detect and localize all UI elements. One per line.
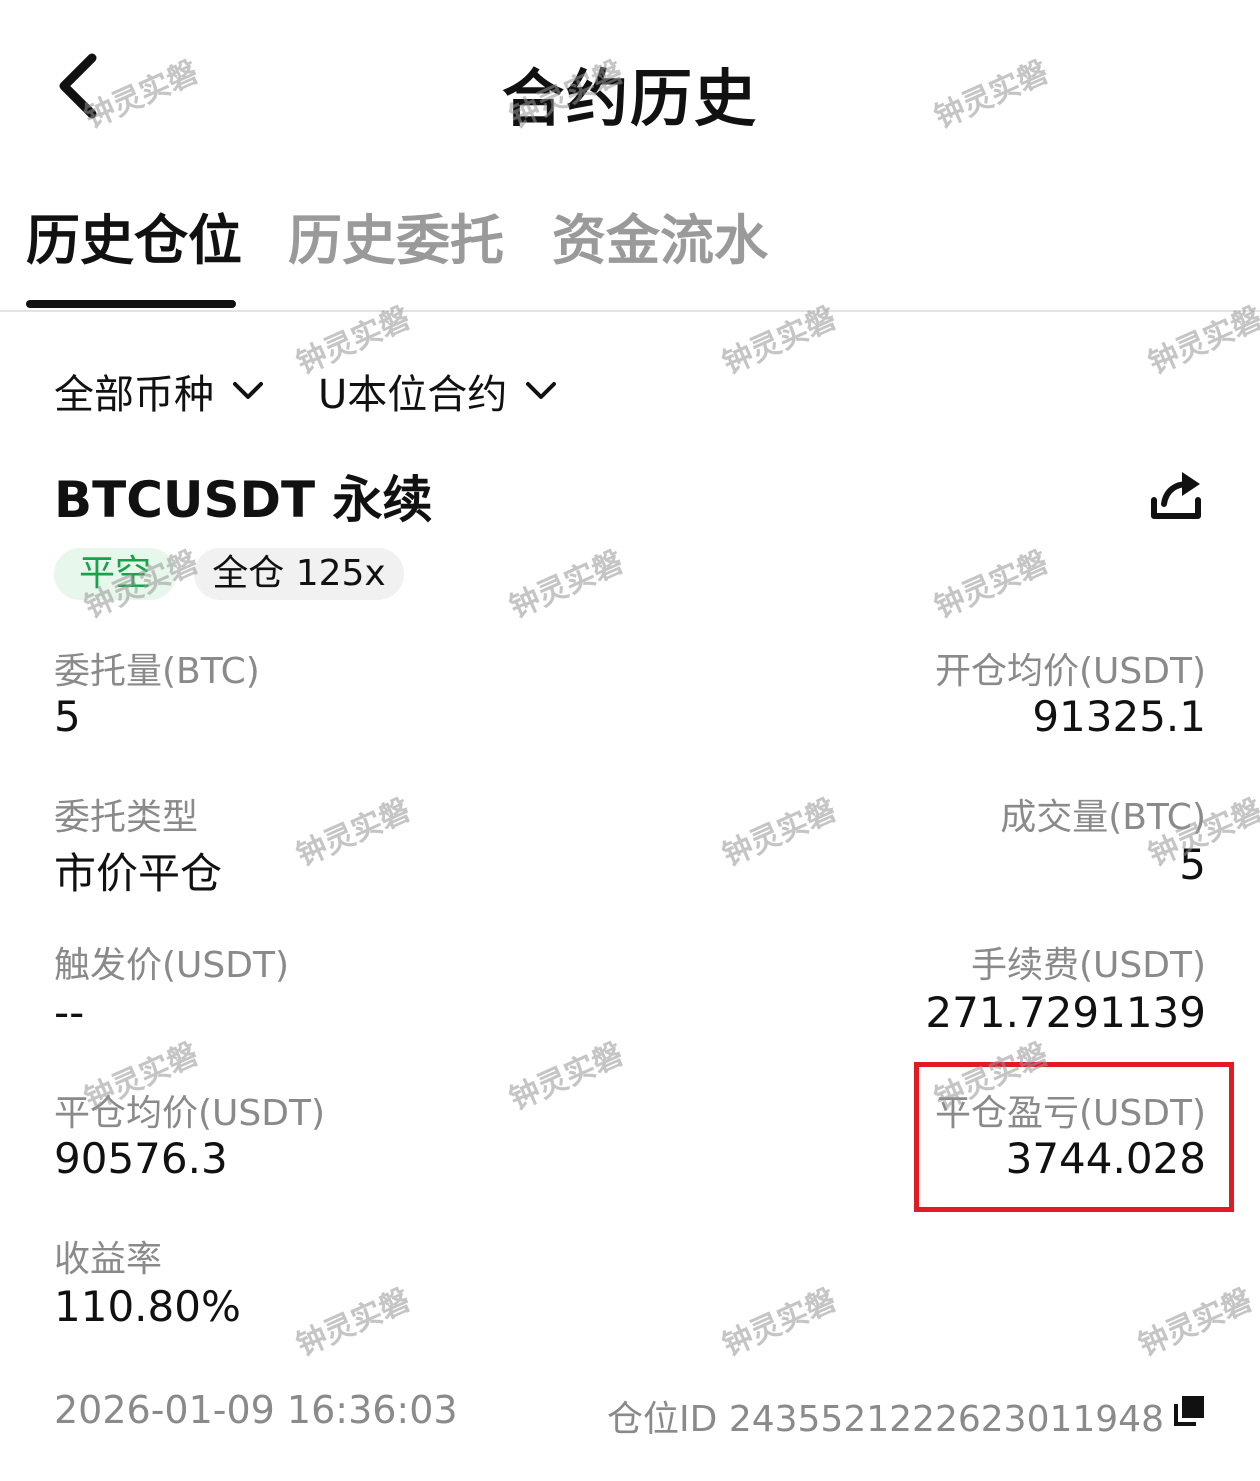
watermark: 钟灵实磐: [1143, 300, 1260, 382]
copy-position-id-button[interactable]: [1172, 1394, 1206, 1428]
watermark: 钟灵实磐: [929, 544, 1054, 626]
fee-label: 手续费(USDT): [970, 945, 1206, 986]
order-type-label: 委托类型: [54, 797, 199, 838]
watermark: 钟灵实磐: [291, 792, 416, 874]
fee-value: 271.7291139: [925, 988, 1206, 1037]
watermark: 钟灵实磐: [504, 544, 629, 626]
tab-position-history[interactable]: 历史仓位: [26, 196, 242, 275]
order-type-value: 市价平仓: [54, 849, 223, 898]
margin-mode-badge: 全仓 125x: [194, 548, 404, 600]
tab-order-history[interactable]: 历史委托: [288, 196, 504, 275]
close-avg-price-label: 平仓均价(USDT): [54, 1093, 326, 1134]
trigger-price-value: --: [54, 988, 85, 1037]
filled-qty-value: 5: [1179, 840, 1206, 889]
side-badge: 平空: [54, 548, 176, 600]
chevron-down-icon: [233, 382, 263, 399]
active-tab-indicator: [26, 300, 236, 308]
share-button[interactable]: [1146, 466, 1206, 526]
coin-filter-dropdown[interactable]: 全部币种: [54, 362, 264, 420]
tab-divider: [0, 310, 1260, 312]
close-avg-price-value: 90576.3: [54, 1134, 228, 1183]
watermark: 钟灵实磐: [717, 300, 842, 382]
watermark: 钟灵实磐: [504, 1036, 629, 1118]
open-avg-price-value: 91325.1: [1032, 692, 1206, 741]
open-avg-price-label: 开仓均价(USDT): [934, 651, 1206, 692]
position-symbol: BTCUSDT 永续: [54, 471, 433, 529]
watermark: 钟灵实磐: [717, 792, 842, 874]
order-qty-value: 5: [54, 692, 81, 741]
watermark: 钟灵实磐: [717, 1282, 842, 1364]
roi-label: 收益率: [54, 1239, 163, 1280]
tab-funding-flow[interactable]: 资金流水: [552, 196, 768, 275]
position-id: 仓位ID 2435521222623011948: [607, 1399, 1164, 1440]
chevron-down-icon: [526, 382, 557, 399]
page-title: 合约历史: [501, 62, 758, 135]
pnl-highlight-box: [914, 1062, 1234, 1212]
contract-type-dropdown[interactable]: U本位合约: [318, 362, 557, 420]
close-timestamp: 2026-01-09 16:36:03: [54, 1388, 458, 1432]
share-icon: [1151, 472, 1201, 519]
contract-type-label: U本位合约: [318, 372, 508, 418]
filled-qty-label: 成交量(BTC): [1000, 797, 1206, 838]
roi-value: 110.80%: [54, 1282, 241, 1331]
watermark: 钟灵实磐: [291, 1282, 416, 1364]
coin-filter-label: 全部币种: [54, 372, 214, 418]
trigger-price-label: 触发价(USDT): [54, 945, 290, 986]
copy-icon: [1174, 1396, 1204, 1426]
order-qty-label: 委托量(BTC): [54, 651, 260, 692]
watermark: 钟灵实磐: [1133, 1282, 1258, 1364]
